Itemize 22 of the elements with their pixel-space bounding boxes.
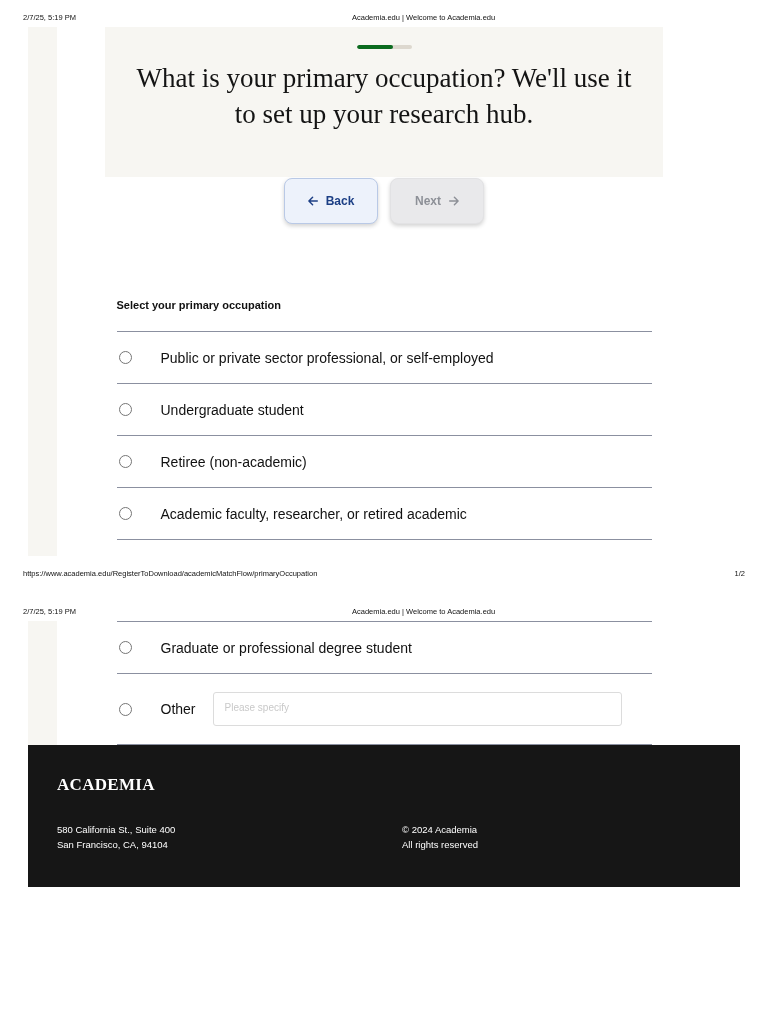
radio-button[interactable]	[118, 507, 132, 520]
address-line: San Francisco, CA, 94104	[57, 837, 168, 852]
option-label[interactable]: Other	[160, 701, 196, 717]
option-label[interactable]: Academic faculty, researcher, or retired academic	[160, 505, 467, 522]
option-label[interactable]: Undergraduate student	[160, 401, 304, 418]
radio-button[interactable]	[118, 702, 132, 716]
logo-wordmark: ACADEMIA	[57, 775, 155, 795]
radio-button[interactable]	[118, 351, 132, 364]
field-label: Select your primary occupation	[116, 298, 282, 312]
arrow-right-icon	[449, 196, 459, 206]
legal-line: All rights reserved	[402, 837, 479, 852]
address-line: 580 California St., Suite 400	[57, 823, 176, 837]
back-button[interactable]: Back	[284, 178, 378, 224]
radio-button[interactable]	[118, 403, 132, 416]
option-label[interactable]: Graduate or professional degree student	[160, 639, 412, 656]
legal-line: © 2024 Academia	[402, 823, 478, 837]
radio-button[interactable]	[118, 455, 132, 468]
arrow-left-icon	[307, 196, 318, 206]
option-label[interactable]: Public or private sector professional, or self-employed	[160, 349, 494, 366]
question-heading: What is your primary occupation? We'll use it to set up your research hub.	[135, 62, 633, 131]
option-label[interactable]: Retiree (non-academic)	[160, 453, 307, 470]
radio-button[interactable]	[118, 641, 132, 654]
